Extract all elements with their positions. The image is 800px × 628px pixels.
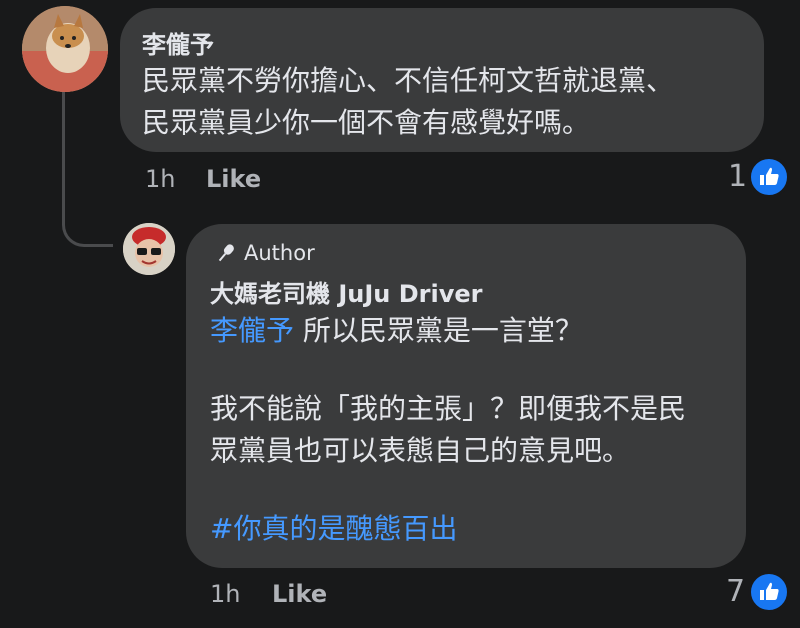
reply-text: 李儱予 所以民眾黨是一言堂？ 我不能說「我的主張」？即便我不是民 眾黨員也可以表… bbox=[210, 310, 686, 550]
reply-reaction-count[interactable]: 7 bbox=[726, 574, 745, 609]
comment-text: 民眾黨不勞你擔心、不信任柯文哲就退黨、 民眾黨員少你一個不會有感覺好嗎。 bbox=[142, 60, 674, 144]
reply-line: 眾黨員也可以表態自己的意見吧。 bbox=[210, 434, 631, 467]
comment-timestamp[interactable]: 1h bbox=[145, 165, 175, 193]
reply-line: 我不能說「我的主張」？即便我不是民 bbox=[210, 392, 687, 425]
reply-line: 李儱予 所以民眾黨是一言堂？ bbox=[210, 310, 686, 352]
microphone-icon bbox=[218, 244, 234, 262]
reply-thread-line bbox=[62, 92, 113, 247]
comment-reaction-count[interactable]: 1 bbox=[728, 159, 747, 194]
author-avatar[interactable] bbox=[123, 223, 175, 275]
commenter-avatar[interactable] bbox=[22, 6, 108, 92]
reply-timestamp[interactable]: 1h bbox=[210, 580, 240, 608]
comment-like-button[interactable]: Like bbox=[206, 165, 261, 193]
comment-line: 民眾黨員少你一個不會有感覺好嗎。 bbox=[142, 106, 591, 139]
comment-bubble: 李儱予 民眾黨不勞你擔心、不信任柯文哲就退黨、 民眾黨員少你一個不會有感覺好嗎。 bbox=[120, 8, 764, 152]
reply-author-name[interactable]: 大媽老司機 JuJu Driver bbox=[210, 274, 482, 309]
commenter-name[interactable]: 李儱予 bbox=[142, 25, 214, 60]
hashtag-link[interactable]: #你真的是醜態百出 bbox=[210, 508, 686, 550]
mention-link[interactable]: 李儱予 bbox=[210, 314, 294, 347]
thumbs-up-icon[interactable] bbox=[748, 571, 790, 613]
author-badge: Author bbox=[214, 241, 315, 265]
reply-bubble: Author 大媽老司機 JuJu Driver 李儱予 所以民眾黨是一言堂？ … bbox=[186, 224, 746, 568]
comment-line: 民眾黨不勞你擔心、不信任柯文哲就退黨、 bbox=[142, 64, 675, 97]
author-badge-label: Author bbox=[244, 241, 315, 265]
reply-line-text: 所以民眾黨是一言堂？ bbox=[294, 314, 583, 347]
reply-like-button[interactable]: Like bbox=[272, 580, 327, 608]
thumbs-up-icon[interactable] bbox=[748, 156, 790, 198]
